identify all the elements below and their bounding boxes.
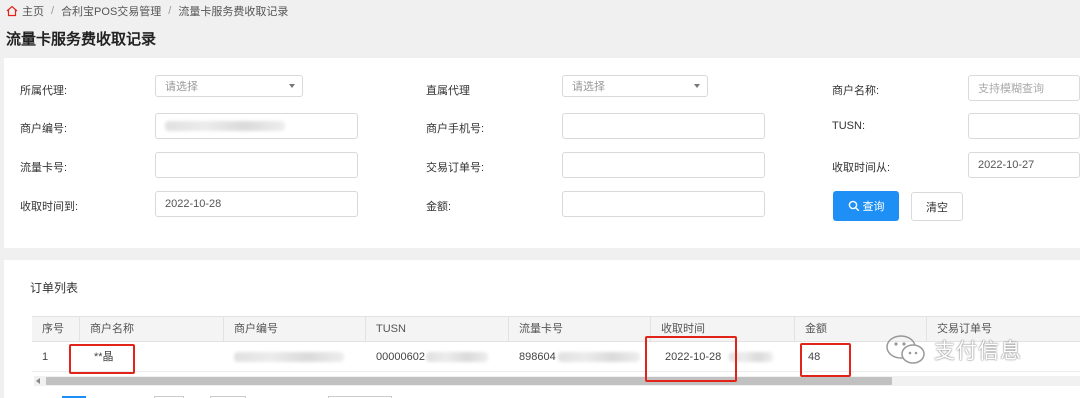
column-header[interactable]: 商户编号 (224, 317, 366, 341)
agent-select-placeholder: 请选择 (165, 81, 198, 93)
order-no-input[interactable] (562, 152, 765, 178)
scrollbar-thumb[interactable] (46, 377, 892, 385)
search-icon (848, 200, 859, 212)
column-header[interactable]: 流量卡号 (509, 317, 651, 341)
tusn-label: TUSN: (832, 120, 865, 132)
card-no-value: 898604 (519, 351, 556, 363)
time-from-label: 收取时间从: (832, 162, 891, 174)
redacted-value (234, 352, 344, 363)
clear-button-label: 清空 (926, 201, 948, 214)
order-list-panel: 订单列表 序号 商户名称 商户编号 TUSN 流量卡号 收取时间 金额 交易订单… (4, 260, 1080, 398)
search-button[interactable]: 查询 (833, 191, 899, 221)
card-no-input[interactable] (155, 152, 358, 178)
order-no-label: 交易订单号: (426, 162, 485, 174)
redacted-value (425, 352, 488, 363)
order-list-title: 订单列表 (30, 281, 79, 295)
breadcrumb-section[interactable]: 合利宝POS交易管理 (61, 3, 161, 19)
wechat-watermark: 支付信息 (884, 332, 1022, 368)
breadcrumb-separator: / (168, 5, 172, 17)
cell-tusn: 00000602 (366, 342, 509, 372)
wechat-icon (886, 335, 925, 364)
merchant-name-input[interactable]: 支持模糊查询 (968, 75, 1080, 101)
breadcrumb-current: 流量卡服务费收取记录 (178, 6, 289, 18)
breadcrumb: 主页 / 合利宝POS交易管理 / 流量卡服务费收取记录 (6, 3, 288, 19)
merchant-no-input[interactable] (155, 113, 358, 139)
merchant-name-placeholder: 支持模糊查询 (978, 83, 1044, 95)
highlight-charge-time (645, 336, 737, 382)
redacted-value (165, 121, 285, 131)
page-title: 流量卡服务费收取记录 (6, 31, 157, 48)
highlight-amount (800, 343, 851, 377)
amount-input[interactable] (562, 191, 765, 217)
agent-select[interactable]: 请选择 (155, 75, 303, 97)
column-header[interactable]: TUSN (366, 317, 509, 341)
direct-agent-select-placeholder: 请选择 (572, 81, 605, 93)
scroll-left-icon[interactable] (36, 378, 40, 384)
horizontal-scrollbar[interactable] (34, 376, 1080, 386)
agent-label: 所属代理: (20, 85, 68, 97)
merchant-phone-label: 商户手机号: (426, 123, 485, 135)
breadcrumb-separator: / (51, 5, 55, 17)
time-to-label: 收取时间到: (20, 201, 79, 213)
cell-card-no: 898604 (509, 342, 651, 372)
merchant-phone-input[interactable] (562, 113, 765, 139)
redacted-value (557, 352, 640, 363)
direct-agent-label: 直属代理 (426, 85, 470, 97)
home-icon[interactable] (6, 5, 18, 17)
card-no-label: 流量卡号: (20, 162, 68, 174)
time-to-value: 2022-10-28 (165, 198, 222, 210)
highlight-merchant-name (69, 344, 135, 374)
cell-merchant-no (224, 342, 366, 372)
chevron-down-icon (289, 84, 295, 88)
clear-button[interactable]: 清空 (911, 192, 963, 221)
tusn-value: 00000602 (376, 351, 425, 363)
chevron-down-icon (694, 84, 700, 88)
column-header[interactable]: 商户名称 (80, 317, 224, 341)
tusn-input[interactable] (968, 113, 1080, 139)
time-from-input[interactable]: 2022-10-27 (968, 152, 1080, 178)
filter-panel: 所属代理: 请选择 直属代理 请选择 商户名称: 支持模糊查询 商户编号: 商户… (4, 58, 1080, 248)
watermark-text: 支付信息 (934, 340, 1022, 363)
time-to-input[interactable]: 2022-10-28 (155, 191, 358, 217)
direct-agent-select[interactable]: 请选择 (562, 75, 708, 97)
merchant-name-label: 商户名称: (832, 85, 880, 97)
time-from-value: 2022-10-27 (978, 159, 1035, 171)
search-button-label: 查询 (862, 201, 885, 213)
amount-label: 金额: (426, 201, 452, 213)
merchant-no-label: 商户编号: (20, 123, 68, 135)
column-header[interactable]: 序号 (32, 317, 80, 341)
breadcrumb-home[interactable]: 主页 (22, 3, 44, 19)
